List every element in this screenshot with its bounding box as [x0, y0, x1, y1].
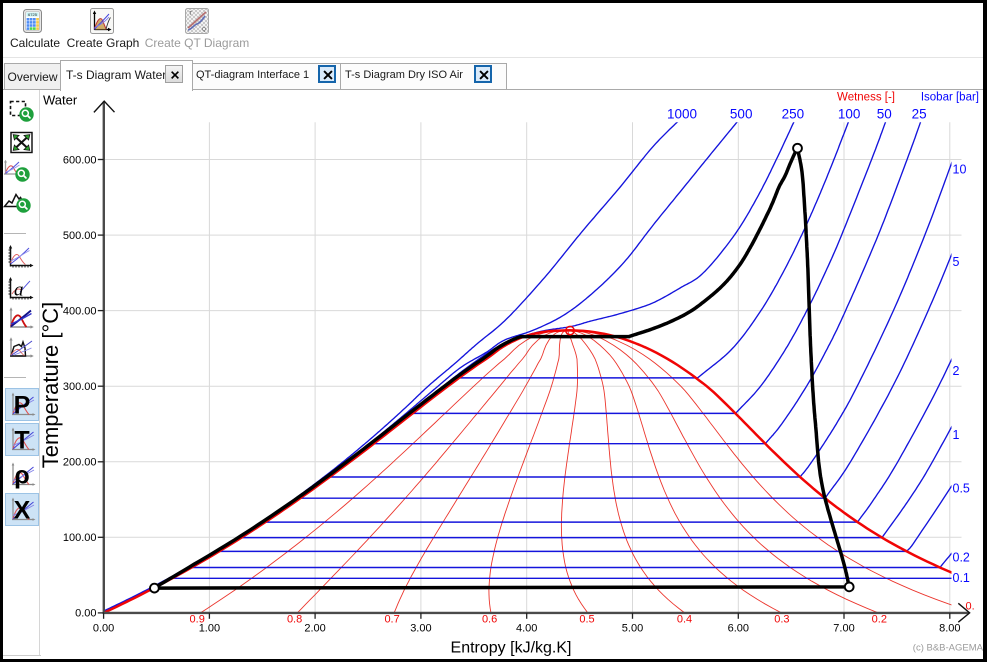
svg-text:100: 100 [838, 107, 861, 122]
svg-text:Entropy [kJ/kg.K]: Entropy [kJ/kg.K] [451, 640, 572, 657]
svg-text:500.00: 500.00 [63, 230, 97, 242]
svg-text:0.5: 0.5 [579, 613, 594, 625]
svg-text:500: 500 [730, 107, 753, 122]
svg-text:10: 10 [953, 163, 967, 177]
svg-text:P: P [14, 392, 31, 420]
svg-text:5.00: 5.00 [622, 623, 643, 635]
svg-text:2.00: 2.00 [304, 623, 325, 635]
svg-text:0.6: 0.6 [482, 613, 497, 625]
svg-text:X: X [14, 497, 31, 525]
svg-text:100.00: 100.00 [63, 532, 97, 544]
svg-text:0.: 0. [966, 601, 975, 613]
svg-text:3.00: 3.00 [410, 623, 431, 635]
svg-text:ρ: ρ [14, 462, 29, 490]
svg-text:6.00: 6.00 [728, 623, 749, 635]
svg-text:0.00: 0.00 [75, 608, 96, 620]
svg-text:0.3: 0.3 [774, 613, 789, 625]
svg-text:200.00: 200.00 [63, 457, 97, 469]
svg-text:Temperature [°C]: Temperature [°C] [40, 302, 63, 469]
svg-text:5: 5 [953, 255, 960, 269]
svg-text:Q: Q [202, 27, 206, 33]
svg-text:Wetness [-]: Wetness [-] [837, 92, 895, 104]
svg-text:0.8: 0.8 [287, 613, 302, 625]
svg-text:6725: 6725 [28, 12, 38, 17]
svg-text:7.00: 7.00 [833, 623, 854, 635]
svg-text:Isobar [bar]: Isobar [bar] [921, 92, 979, 104]
svg-text:0.4: 0.4 [677, 613, 692, 625]
svg-text:0.00: 0.00 [93, 623, 114, 635]
svg-text:0.9: 0.9 [190, 613, 205, 625]
svg-text:0.1: 0.1 [953, 571, 970, 585]
svg-text:1: 1 [953, 428, 960, 442]
svg-text:400.00: 400.00 [63, 305, 97, 317]
svg-text:(c) B&B-AGEMA: (c) B&B-AGEMA [913, 643, 984, 654]
svg-text:Water: Water [43, 93, 78, 108]
svg-text:1000: 1000 [667, 107, 697, 122]
svg-text:2: 2 [953, 364, 960, 378]
svg-text:600.00: 600.00 [63, 154, 97, 166]
svg-text:50: 50 [877, 107, 892, 122]
svg-text:T: T [14, 427, 29, 455]
svg-text:a: a [14, 280, 24, 301]
svg-text:25: 25 [912, 107, 927, 122]
svg-text:4.00: 4.00 [516, 623, 537, 635]
svg-text:0.2: 0.2 [953, 551, 970, 565]
svg-text:250: 250 [782, 107, 805, 122]
svg-text:0.7: 0.7 [384, 613, 399, 625]
svg-text:8.00: 8.00 [939, 623, 960, 635]
svg-text:0.2: 0.2 [872, 613, 887, 625]
svg-text:0.5: 0.5 [953, 482, 970, 496]
svg-text:T: T [189, 11, 192, 17]
svg-text:300.00: 300.00 [63, 381, 97, 393]
